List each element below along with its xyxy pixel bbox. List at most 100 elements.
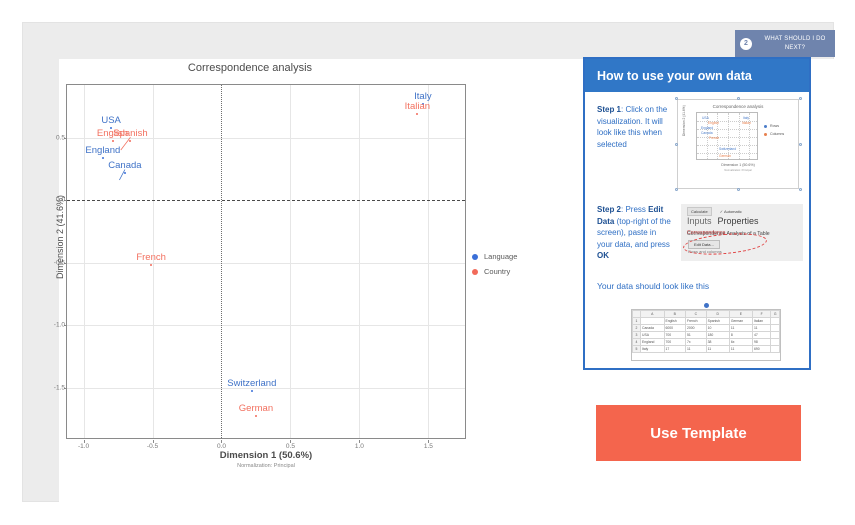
step-2-text: Step 2: Press Edit Data (top-right of th…	[597, 204, 673, 262]
inset-legend-item: Rows	[764, 124, 784, 128]
selection-handle[interactable]	[737, 188, 740, 191]
spreadsheet-row-header: 4	[632, 338, 641, 346]
selection-handle[interactable]	[799, 97, 802, 100]
spreadsheet-cell: USA	[640, 331, 665, 339]
selection-handle[interactable]	[799, 188, 802, 191]
selection-handle[interactable]	[675, 143, 678, 146]
spreadsheet-cell: 38	[705, 338, 730, 346]
spreadsheet-column-header: G	[770, 310, 780, 318]
inset-data-point-label: Italian	[742, 121, 751, 125]
inset-data-point-label: German	[719, 154, 731, 158]
instructions-card: How to use your own data Step 1: Click o…	[583, 57, 811, 370]
legend-label: Country	[484, 267, 511, 276]
calculate-button: Calculate	[687, 207, 712, 216]
inset-chart-title: Correspondence analysis	[712, 104, 764, 109]
spreadsheet-column-header: B	[663, 310, 686, 318]
inset-data-point-label: Canada	[701, 131, 713, 135]
automatic-checkbox: ✓ Automatic	[719, 209, 742, 214]
legend-dot-icon	[472, 268, 478, 275]
spreadsheet-cell: French	[684, 317, 707, 325]
spreadsheet-cell	[770, 345, 780, 353]
spreadsheet-cell: Canada	[640, 324, 665, 332]
spreadsheet-row-header: 3	[632, 331, 641, 339]
spreadsheet-column-header	[632, 310, 641, 318]
spreadsheet-cell: Italian	[752, 317, 772, 325]
use-template-label: Use Template	[650, 424, 747, 442]
legend-dot-icon	[472, 253, 478, 260]
spreadsheet-cell: 700	[663, 331, 686, 339]
spreadsheet-column-header: C	[684, 310, 707, 318]
step-1-text: Step 1: Click on the visualization. It w…	[597, 104, 673, 150]
spreadsheet-cell: 6x	[728, 338, 754, 346]
x-tick-label: -0.5	[146, 443, 159, 450]
spreadsheet-cell: Spanish	[705, 317, 730, 325]
step-2-body-a: : Press	[621, 205, 649, 214]
inset-properties-panel: Calculate ✓ Automatic Inputs Properties …	[681, 204, 803, 261]
inset-data-point-label: English	[708, 121, 719, 125]
tab-inputs: Inputs	[687, 216, 712, 226]
inset-data-point-label: Italy	[743, 116, 750, 120]
inset-gridline-horizontal	[697, 145, 757, 146]
spreadsheet-column-header-row: ABCDEFG	[632, 310, 780, 318]
spreadsheet-row-header: 5	[632, 345, 641, 353]
spreadsheet-cell: 2000	[684, 324, 707, 332]
inset-legend-label: Rows	[770, 124, 779, 128]
inset-data-point-label: USA	[702, 116, 709, 120]
label-leader-lines	[119, 137, 131, 181]
inset-legend-dot-icon	[764, 124, 767, 128]
plot-area[interactable]: -1.0 -0.5 0.0 0.5 1.0 1.5 0.5 0.0 -0.5 -1.0 -1.5 US…	[54, 84, 466, 450]
spreadsheet-cell: English	[663, 317, 686, 325]
spreadsheet-cell: 98	[752, 338, 772, 346]
legend-item[interactable]: Language	[472, 252, 517, 261]
spreadsheet-column-header: D	[705, 310, 730, 318]
inset-data-point-label: French	[709, 136, 720, 140]
help-tab-label: WHAT SHOULD I DO NEXT?	[764, 36, 826, 51]
help-tab-number: 2	[740, 37, 752, 50]
spreadsheet-row-header: 1	[632, 317, 641, 325]
spreadsheet-cell: 51	[684, 331, 707, 339]
spreadsheet-row-header: 2	[632, 324, 641, 332]
spreadsheet-column-header: F	[752, 310, 772, 318]
legend-label: Language	[484, 252, 518, 261]
instructions-heading: How to use your own data	[597, 68, 752, 83]
inset-legend-label: Columns	[770, 132, 785, 136]
spreadsheet-cell	[770, 324, 780, 332]
inset-spreadsheet: A B C D E F G 1 English French Spanish German Italia…	[631, 303, 781, 361]
inset-data-point-label: England	[701, 126, 714, 130]
x-tick-label: 1.0	[354, 443, 364, 450]
help-tab-what-should-i-do-next[interactable]: 2 WHAT SHOULD I DO NEXT?	[735, 30, 835, 57]
selection-handle[interactable]	[675, 188, 678, 191]
spreadsheet-cell: 10	[705, 324, 730, 332]
inset-chart-sublabel: Normalization: Principal	[724, 169, 752, 172]
selection-handle[interactable]	[799, 143, 802, 146]
legend-item[interactable]: Country	[472, 267, 517, 276]
y-tick-label: 0.5	[55, 134, 65, 141]
inset-legend-item: Columns	[764, 132, 784, 136]
selection-handle[interactable]	[675, 97, 678, 100]
inset-chart-plot: USA England Canada English Italy Italian Frenc…	[696, 112, 758, 160]
inset-props-toolbar: Calculate ✓ Automatic	[687, 207, 742, 216]
spreadsheet-row: 2 Canada 6000 2000 10 11 11	[632, 324, 780, 332]
inset-legend-dot-icon	[764, 132, 767, 136]
y-tick-label: -1.0	[53, 321, 65, 329]
spreadsheet-cell: 690	[752, 345, 772, 353]
selection-handle[interactable]	[737, 97, 740, 100]
spreadsheet-cell: 11	[752, 324, 772, 332]
y-tick-label: -1.5	[53, 384, 65, 391]
spreadsheet-cell: 7x	[684, 338, 707, 346]
step-2-prefix: Step 2	[597, 205, 622, 214]
x-tick-label: 1.5	[423, 443, 433, 450]
step-1-prefix: Step 1	[597, 105, 622, 114]
x-tick-label: 0.5	[285, 443, 295, 450]
step-2-bold-ok: OK	[597, 251, 609, 260]
inset-chart-legend: Rows Columns	[764, 124, 784, 140]
correspondence-analysis-chart[interactable]: Correspondence analysis -1.0 -0.5 0.0 0.5 1.…	[40, 52, 560, 492]
spreadsheet-cell: 6000	[663, 324, 686, 332]
x-tick-label: -1.0	[77, 443, 90, 450]
spreadsheet-cell	[770, 317, 780, 325]
y-axis-label: Dimension 2 (41.6%)	[55, 194, 65, 280]
spreadsheet-cell	[640, 317, 665, 325]
use-template-button[interactable]: Use Template	[596, 405, 801, 461]
chart-legend[interactable]: Language Country	[472, 252, 517, 282]
spreadsheet-cell: 180	[705, 331, 730, 339]
